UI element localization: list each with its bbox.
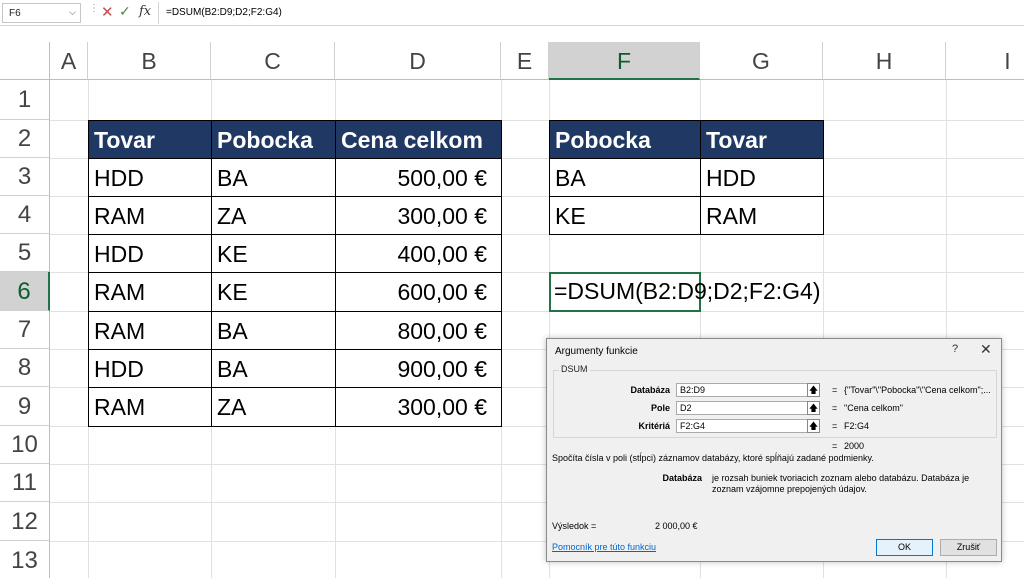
table-cell[interactable]: 600,00 € [335, 272, 502, 312]
row-header-12[interactable]: 12 [0, 502, 50, 541]
criteria-header-cell[interactable]: Tovar [700, 120, 824, 159]
criteria-cell[interactable]: BA [549, 158, 701, 197]
table-cell[interactable]: 300,00 € [335, 196, 502, 235]
table-cell[interactable]: HDD [88, 349, 212, 388]
row-header-11[interactable]: 11 [0, 464, 50, 502]
table-cell[interactable]: HDD [88, 158, 212, 197]
row-header-6[interactable]: 6 [0, 272, 50, 311]
result-value: 2 000,00 € [655, 521, 698, 531]
arg-result-pole: "Cena celkom" [844, 403, 903, 413]
criteria-cell[interactable]: HDD [700, 158, 824, 197]
column-header-e[interactable]: E [501, 42, 549, 80]
table-cell[interactable]: KE [211, 234, 336, 273]
arg-input-pole[interactable]: D2 [676, 401, 820, 415]
column-header-f[interactable]: F [549, 42, 700, 80]
table-cell[interactable]: BA [211, 349, 336, 388]
help-link[interactable]: Pomocník pre túto funkciu [552, 542, 656, 552]
table-cell[interactable]: ZA [211, 196, 336, 235]
row-header-13[interactable]: 13 [0, 541, 50, 578]
table-cell[interactable]: BA [211, 158, 336, 197]
row-header-2[interactable]: 2 [0, 120, 50, 158]
column-header-d[interactable]: D [335, 42, 501, 80]
arg-input-kriteria[interactable]: F2:G4 [676, 419, 820, 433]
row-header-3[interactable]: 3 [0, 158, 50, 196]
dialog-title: Argumenty funkcie [555, 346, 638, 357]
column-header-c[interactable]: C [211, 42, 335, 80]
table-cell[interactable]: RAM [88, 272, 212, 312]
arg-result-databaza: {"Tovar"\"Pobocka"\"Cena celkom";... [844, 385, 991, 395]
help-icon[interactable]: ? [952, 343, 958, 355]
active-cell-formula[interactable]: =DSUM(B2:D9;D2;F2:G4) [554, 272, 821, 311]
arg-equals: = [832, 421, 838, 431]
row-header-1[interactable]: 1 [0, 80, 50, 120]
function-arguments-dialog: Argumenty funkcie ? ✕ DSUM Databáza B2:D… [546, 338, 1002, 562]
column-header-b[interactable]: B [88, 42, 211, 80]
collapse-dialog-icon[interactable]: 🡅 [807, 383, 820, 397]
row-header-9[interactable]: 9 [0, 387, 50, 426]
arg-help-label: Databáza [662, 473, 702, 483]
table-header-cell[interactable]: Tovar [88, 120, 212, 159]
table-header-cell[interactable]: Cena celkom [335, 120, 502, 159]
table-cell[interactable]: 800,00 € [335, 311, 502, 350]
function-result: 2000 [844, 441, 865, 451]
select-all-corner[interactable] [0, 42, 50, 80]
collapse-dialog-icon[interactable]: 🡅 [807, 401, 820, 415]
criteria-header-cell[interactable]: Pobocka [549, 120, 701, 159]
column-header-i[interactable]: I [946, 42, 1024, 80]
cancel-button[interactable]: Zrušiť [940, 539, 997, 556]
excel-window: F6 ⌵ ⋮ ✕ ✓ fx =DSUM(B2:D9;D2;F2:G4) ABCD… [0, 0, 1024, 578]
arg-label-databaza: Databáza [630, 385, 670, 395]
ok-button[interactable]: OK [876, 539, 933, 556]
table-cell[interactable]: RAM [88, 311, 212, 350]
criteria-cell[interactable]: RAM [700, 196, 824, 235]
table-cell[interactable]: KE [211, 272, 336, 312]
arg-equals: = [832, 403, 838, 413]
function-name: DSUM [559, 364, 590, 374]
row-header-7[interactable]: 7 [0, 311, 50, 349]
table-cell[interactable]: ZA [211, 387, 336, 427]
table-cell[interactable]: RAM [88, 387, 212, 427]
table-cell[interactable]: 400,00 € [335, 234, 502, 273]
close-icon[interactable]: ✕ [980, 341, 992, 358]
arg-help-text: je rozsah buniek tvoriacich zoznam alebo… [712, 473, 970, 494]
criteria-cell[interactable]: KE [549, 196, 701, 235]
arg-label-pole: Pole [650, 403, 670, 413]
column-header-a[interactable]: A [50, 42, 88, 80]
table-cell[interactable]: BA [211, 311, 336, 350]
result-label: Výsledok = [552, 521, 597, 531]
table-cell[interactable]: 500,00 € [335, 158, 502, 197]
column-header-h[interactable]: H [823, 42, 946, 80]
arg-input-databaza[interactable]: B2:D9 [676, 383, 820, 397]
arg-equals: = [832, 385, 838, 395]
function-description: Spočíta čísla v poli (stĺpci) záznamov d… [552, 453, 874, 463]
table-cell[interactable]: HDD [88, 234, 212, 273]
arg-result-kriteria: F2:G4 [844, 421, 870, 431]
collapse-dialog-icon[interactable]: 🡅 [807, 419, 820, 433]
row-header-5[interactable]: 5 [0, 234, 50, 272]
function-equals: = [832, 441, 838, 451]
row-header-8[interactable]: 8 [0, 349, 50, 387]
row-header-10[interactable]: 10 [0, 426, 50, 464]
arg-label-kriteria: Kritériá [638, 421, 670, 431]
table-cell[interactable]: RAM [88, 196, 212, 235]
table-cell[interactable]: 900,00 € [335, 349, 502, 388]
row-header-4[interactable]: 4 [0, 196, 50, 234]
table-header-cell[interactable]: Pobocka [211, 120, 336, 159]
table-cell[interactable]: 300,00 € [335, 387, 502, 427]
column-header-g[interactable]: G [700, 42, 823, 80]
